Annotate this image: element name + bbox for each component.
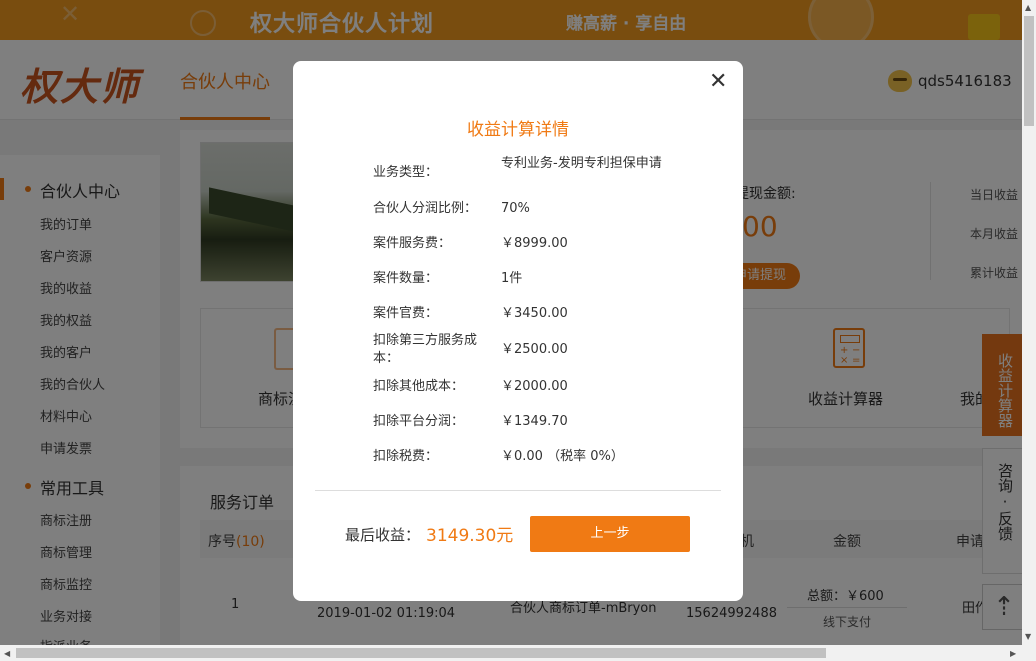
final-earnings-value: 3149.30元: [426, 526, 514, 546]
final-earnings-label: 最后收益：: [345, 526, 421, 544]
earnings-detail-modal: ✕ 收益计算详情 业务类型： 专利业务-发明专利担保申请 合伙人分润比例： 70% …: [293, 61, 743, 601]
scroll-right-icon[interactable]: ▶: [1010, 649, 1016, 658]
scroll-down-icon[interactable]: ▼: [1025, 632, 1031, 641]
scroll-up-icon[interactable]: ▲: [1025, 3, 1031, 12]
vertical-scroll-thumb[interactable]: [1024, 16, 1034, 126]
scroll-left-icon[interactable]: ◀: [4, 649, 10, 658]
horizontal-scroll-thumb[interactable]: [16, 648, 826, 658]
close-icon[interactable]: ✕: [709, 71, 727, 93]
divider: [315, 490, 721, 491]
modal-title: 收益计算详情: [467, 120, 569, 140]
prev-step-button[interactable]: 上一步: [530, 516, 690, 552]
